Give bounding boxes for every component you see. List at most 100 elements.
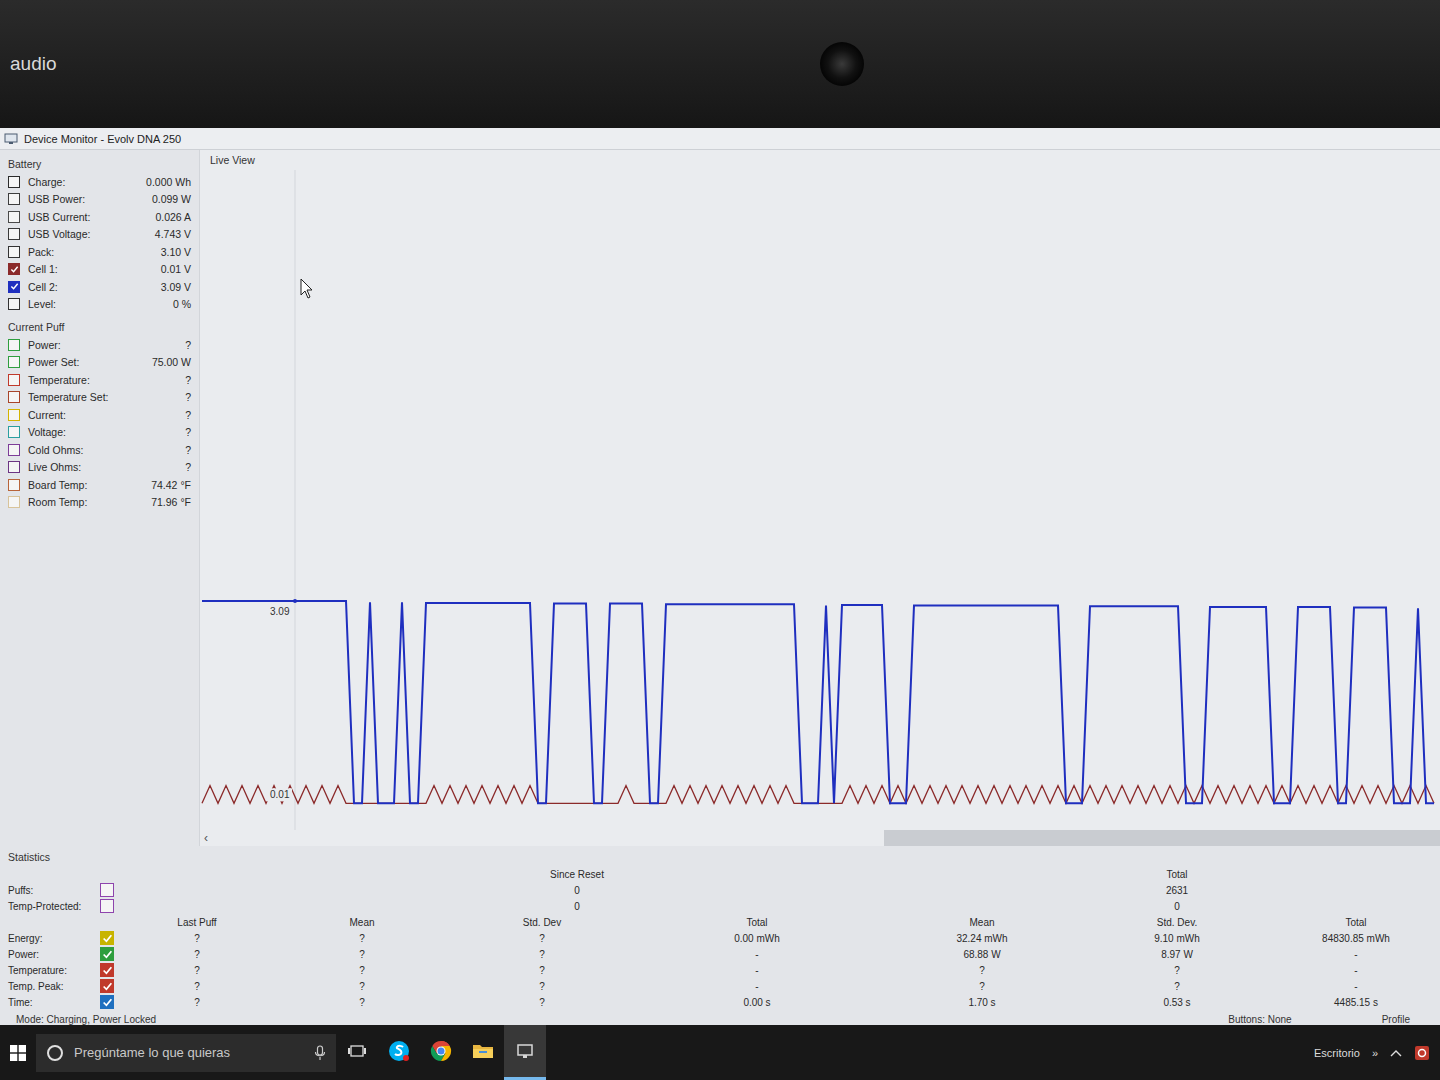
taskbar-app[interactable] <box>420 1025 462 1080</box>
reading-value: 71.96 °F <box>151 496 191 508</box>
start-button[interactable] <box>0 1025 36 1080</box>
search-box[interactable]: Pregúntame lo que quieras <box>36 1034 336 1072</box>
cursor-point <box>293 599 297 603</box>
series-checkbox[interactable] <box>8 374 20 386</box>
search-placeholder: Pregúntame lo que quieras <box>74 1045 304 1060</box>
reading-value: ? <box>185 409 191 421</box>
reading-label: Power: <box>28 339 179 351</box>
reading-value: ? <box>185 339 191 351</box>
series-checkbox[interactable] <box>8 193 20 205</box>
reading-row: Power:? <box>8 336 199 354</box>
stat-value: ? <box>272 949 452 960</box>
column-header: Mean <box>882 917 1082 928</box>
scroll-thumb[interactable] <box>884 830 1440 846</box>
total-header: Total <box>1082 869 1272 880</box>
reading-label: Room Temp: <box>28 496 145 508</box>
series-checkbox[interactable] <box>8 356 20 368</box>
tray-app-icon[interactable] <box>1414 1045 1430 1061</box>
stat-value: 9.10 mWh <box>1082 933 1272 944</box>
readings-section: BatteryCharge:0.000 WhUSB Power:0.099 WU… <box>8 156 199 313</box>
reading-label: Level: <box>28 298 167 310</box>
reading-row: Room Temp: 71.96 °F <box>8 494 199 512</box>
toolbar-more[interactable]: » <box>1372 1047 1378 1059</box>
taskbar-app[interactable] <box>462 1025 504 1080</box>
folder-icon <box>471 1039 495 1063</box>
reading-label: USB Power: <box>28 193 146 205</box>
series-checkbox[interactable] <box>8 496 20 508</box>
stat-checkbox[interactable] <box>100 931 114 945</box>
statistics-grid: Since ResetTotalPuffs:02631Temp-Protecte… <box>8 866 1440 1010</box>
axis-tick: 0.01 <box>266 788 292 801</box>
chart-scrollbar[interactable]: ‹ <box>200 830 1440 846</box>
stat-checkbox[interactable] <box>100 947 114 961</box>
live-view-chart[interactable]: 3.09 0.01 <box>200 170 1435 830</box>
title-bar: Device Monitor - Evolv DNA 250 <box>0 128 1440 150</box>
reading-value: 0 % <box>173 298 191 310</box>
series-checkbox[interactable] <box>8 263 20 275</box>
scroll-left-button[interactable]: ‹ <box>204 831 208 845</box>
axis-tick: 3.09 <box>266 605 292 618</box>
series-checkbox[interactable] <box>8 339 20 351</box>
taskbar-app[interactable] <box>504 1025 546 1080</box>
series-checkbox[interactable] <box>8 281 20 293</box>
series-checkbox[interactable] <box>8 444 20 456</box>
reading-label: Power Set: <box>28 356 146 368</box>
profile-status: Profile <box>1382 1014 1410 1025</box>
column-header: Total <box>1272 917 1440 928</box>
series-checkbox[interactable] <box>8 246 20 258</box>
stat-value: - <box>1272 965 1440 976</box>
chart-title: Live View <box>200 150 1440 170</box>
reading-row: USB Power:0.099 W <box>8 191 199 209</box>
desktop-toolbar-label[interactable]: Escritorio <box>1314 1047 1360 1059</box>
section-title: Current Puff <box>8 319 199 336</box>
reading-row: Pack:3.10 V <box>8 243 199 261</box>
column-header: Std. Dev <box>452 917 632 928</box>
webcam-icon <box>820 42 864 86</box>
since-reset-value: 0 <box>272 885 882 896</box>
total-value: 0 <box>1082 901 1272 912</box>
buttons-status: Buttons: None <box>1228 1014 1291 1025</box>
task-view-button[interactable] <box>336 1025 378 1080</box>
series-checkbox[interactable] <box>8 228 20 240</box>
stat-checkbox[interactable] <box>100 963 114 977</box>
stat-label: Time: <box>8 997 100 1008</box>
desktop-label: audio <box>0 53 820 75</box>
reading-row: Cell 2:3.09 V <box>8 278 199 296</box>
series-checkbox[interactable] <box>8 479 20 491</box>
stat-checkbox-cell <box>100 995 122 1009</box>
series-checkbox[interactable] <box>8 211 20 223</box>
stat-checkbox[interactable] <box>100 995 114 1009</box>
series-checkbox[interactable] <box>8 176 20 188</box>
taskbar: Pregúntame lo que quieras Escritorio » <box>0 1025 1440 1080</box>
tick-backdrop <box>266 605 292 618</box>
counter-checkbox[interactable] <box>100 883 114 897</box>
reading-value: 74.42 °F <box>151 479 191 491</box>
series-checkbox[interactable] <box>8 409 20 421</box>
stat-checkbox-cell <box>100 947 122 961</box>
stat-value: 0.00 s <box>632 997 882 1008</box>
series-checkbox[interactable] <box>8 298 20 310</box>
column-header: Mean <box>272 917 452 928</box>
reading-label: Temperature: <box>28 374 179 386</box>
taskbar-app[interactable] <box>378 1025 420 1080</box>
reading-row: USB Voltage:4.743 V <box>8 226 199 244</box>
task-view-icon <box>347 1043 367 1059</box>
series-checkbox[interactable] <box>8 461 20 473</box>
stat-value: ? <box>122 997 272 1008</box>
stat-checkbox[interactable] <box>100 979 114 993</box>
stat-value: 0.00 mWh <box>632 933 882 944</box>
check-icon <box>10 265 19 274</box>
counter-checkbox[interactable] <box>100 899 114 913</box>
column-header: Std. Dev. <box>1082 917 1272 928</box>
series-checkbox[interactable] <box>8 426 20 438</box>
window-title: Device Monitor - Evolv DNA 250 <box>24 133 181 145</box>
section-title: Battery <box>8 156 199 173</box>
reading-label: Voltage: <box>28 426 179 438</box>
series-checkbox[interactable] <box>8 391 20 403</box>
stat-value: ? <box>882 981 1082 992</box>
monitor-app-icon <box>514 1040 536 1062</box>
reading-label: Temperature Set: <box>28 391 179 403</box>
chevron-up-icon[interactable] <box>1390 1049 1402 1057</box>
counter-checkbox-cell <box>100 899 122 913</box>
reading-row: Charge:0.000 Wh <box>8 173 199 191</box>
